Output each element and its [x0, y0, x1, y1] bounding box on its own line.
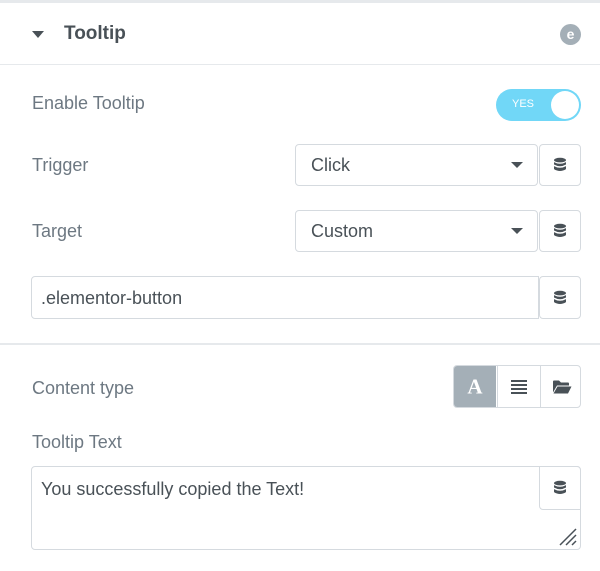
switch-text: YES [512, 98, 535, 110]
tooltip-text-value: You successfully copied the Text! [41, 479, 305, 499]
database-icon [554, 157, 566, 171]
text-a-icon: A [467, 374, 483, 398]
trigger-value: Click [311, 155, 350, 175]
trigger-dynamic-button[interactable] [539, 144, 581, 186]
content-type-text-option[interactable]: A [454, 366, 496, 407]
resize-grip-icon[interactable] [557, 526, 577, 546]
section-divider [0, 343, 600, 345]
custom-selector-value: .elementor-button [41, 288, 183, 308]
tooltip-text-label: Tooltip Text [32, 432, 122, 452]
target-select[interactable]: Custom [295, 210, 538, 252]
switch-knob[interactable] [551, 91, 579, 119]
enable-tooltip-label: Enable Tooltip [32, 93, 145, 113]
tooltip-section-header[interactable]: Tooltip e [0, 3, 600, 65]
database-icon [554, 223, 566, 237]
align-justify-icon [511, 379, 527, 394]
chevron-down-icon [511, 228, 523, 234]
section-title: Tooltip [64, 23, 126, 44]
caret-down-icon[interactable] [32, 31, 44, 38]
content-type-label: Content type [32, 378, 135, 398]
custom-selector-input[interactable]: .elementor-button [31, 276, 539, 319]
chevron-down-icon [511, 162, 523, 168]
folder-open-icon [553, 380, 572, 393]
selector-dynamic-button[interactable] [539, 276, 581, 319]
tooltip-text-textarea[interactable]: You successfully copied the Text! [31, 466, 581, 550]
target-dynamic-button[interactable] [539, 210, 581, 252]
target-label: Target [32, 221, 83, 241]
content-type-choices: A [453, 365, 581, 408]
elementor-e-icon: e [560, 24, 581, 45]
trigger-select[interactable]: Click [295, 144, 538, 186]
trigger-label: Trigger [32, 155, 89, 175]
content-type-template-option[interactable] [498, 366, 540, 407]
tooltip-text-dynamic-button[interactable] [539, 466, 581, 510]
database-icon [554, 290, 566, 304]
content-type-saved-option[interactable] [541, 366, 580, 407]
enable-tooltip-switch[interactable]: YES [496, 89, 581, 121]
database-icon [554, 480, 566, 494]
target-value: Custom [311, 221, 374, 241]
